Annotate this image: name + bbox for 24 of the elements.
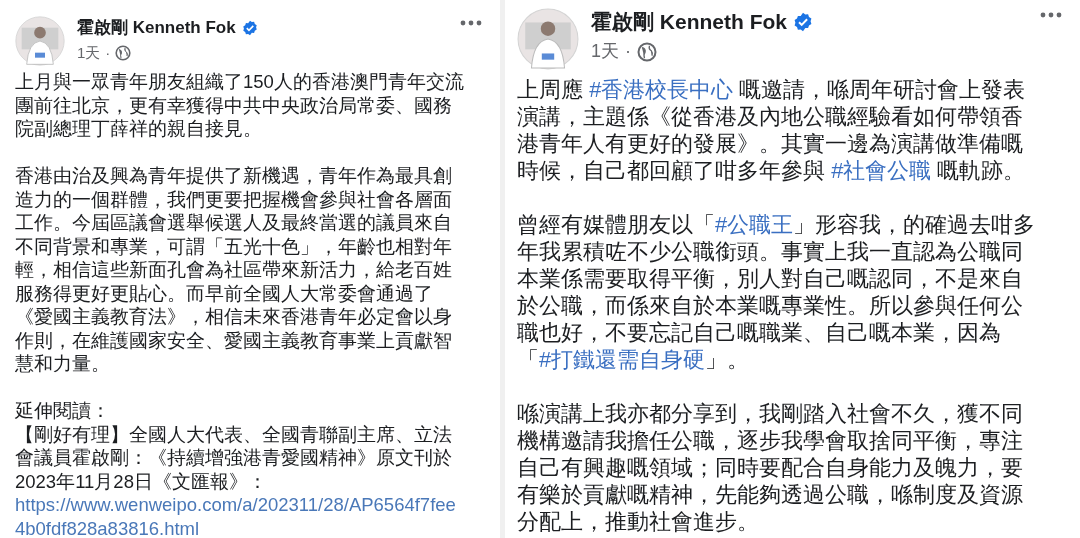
hashtag-link[interactable]: #公職王 bbox=[715, 212, 794, 237]
article-link[interactable]: https://www.wenweipo.com/a/202311/28/AP6564f7fee4b0fdf828a83816.html bbox=[15, 493, 465, 538]
author-name[interactable]: 霍啟剛 Kenneth Fok bbox=[77, 16, 236, 40]
hashtag-link[interactable]: #香港校長中心 bbox=[589, 77, 734, 102]
more-icon bbox=[1040, 12, 1062, 18]
more-icon bbox=[460, 20, 482, 26]
globe-icon bbox=[115, 45, 132, 62]
author-name[interactable]: 霍啟剛 Kenneth Fok bbox=[591, 8, 787, 36]
post-text: 曾經有媒體朋友以「#公職王」形容我，的確過去咁多年我累積咗不少公職銜頭。事實上我一直認為公職同本業係需要取得平衡，別人對自己嘅認同，不是來自於公職，而係來自於本業嘅專業性。所以參與任何公職也好，不要忘記自己嘅職業、自己嘅本業，因為「#打鐵還需自身硬」。 bbox=[517, 211, 1037, 373]
hashtag-link[interactable]: #打鐵還需自身硬 bbox=[539, 347, 706, 372]
post-text: 延伸閱讀： bbox=[15, 399, 111, 423]
post-time[interactable]: 1天 bbox=[591, 38, 619, 65]
hashtag-link[interactable]: #社會公職 bbox=[831, 158, 932, 183]
post-text: 上周應 #香港校長中心 嘅邀請，喺周年研討會上發表演講，主題係《從香港及內地公職經驗看如何帶領香港青年人有更好的發展》。其實一邊為演講做準備嘅時候，自己都回顧了咁多年參與 #社會公職 嘅軌跡。 bbox=[517, 76, 1027, 184]
post-text: 喺演講上我亦都分享到，我剛踏入社會不久，獲不同機構邀請我擔任公職，逐步我學會取捨同平衡，專注自己有興趣嘅領域；同時要配合自身能力及魄力，要有樂於貢獻嘅精神，先能夠透過公職，喺制度及資源分配上，推動社會進步。 bbox=[517, 400, 1024, 535]
post-text: 【剛好有理】全國人大代表、全國青聯副主席、立法會議員霍啟剛：《持續增強港青愛國精神》原文刊於2023年11月28日《文匯報》： bbox=[15, 422, 453, 493]
separator-dot: · bbox=[105, 43, 111, 63]
globe-icon bbox=[637, 41, 657, 62]
separator-dot: · bbox=[625, 40, 631, 63]
post-time[interactable]: 1天 bbox=[77, 42, 101, 65]
post-text: 上月與一眾青年朋友組織了150人的香港澳門青年交流團前往北京，更有幸獲得中共中央政治局常委、國務院副總理丁薛祥的親自接見。 bbox=[15, 70, 465, 141]
avatar[interactable] bbox=[15, 16, 65, 66]
avatar[interactable] bbox=[517, 8, 579, 70]
post-text: 香港由治及興為青年提供了新機遇，青年作為最具創造力的一個群體，我們更要把握機會參與社會各層面工作。今屆區議會選舉候選人及最終當選的議員來自不同背景和專業，可謂「五光十色」，年齡也相對年輕，相信這些新面孔會為社區帶來新活力，給老百姓服務得更好更貼心。而早前全國人大常委會通過了《愛國主義教育法》，相信未來香港青年必定會以身作則，在維護國家安全、愛國主義教育事業上貢獻智慧和力量。 bbox=[15, 164, 453, 376]
